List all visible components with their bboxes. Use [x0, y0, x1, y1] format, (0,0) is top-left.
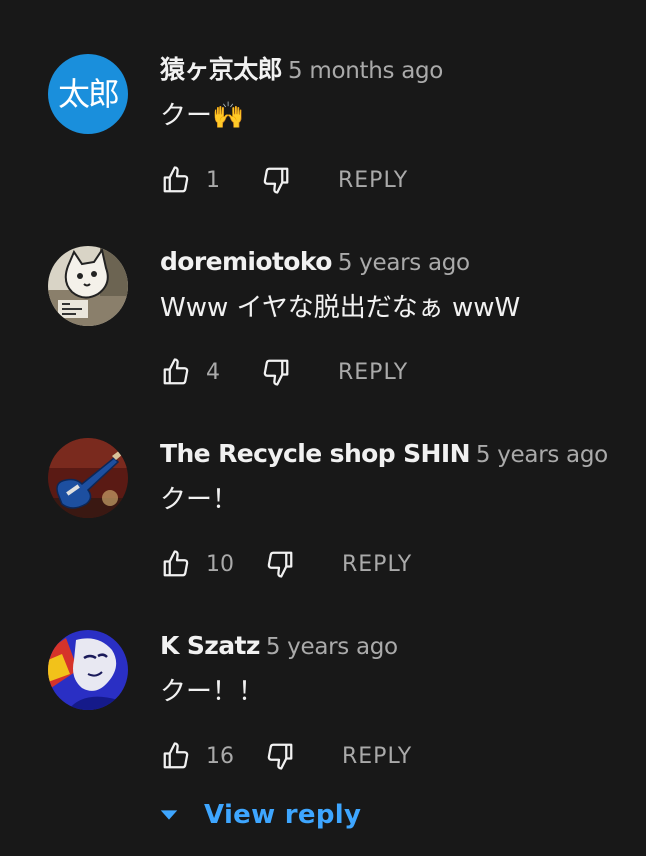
thumb-down-icon — [263, 167, 289, 194]
dislike-button[interactable] — [264, 740, 296, 772]
comment-text: クー！！ — [160, 677, 265, 707]
like-count: 10 — [206, 551, 234, 577]
comment-header: doremiotoko 5 years ago — [160, 244, 470, 280]
comment-item: The Recycle shop SHIN 5 years ago クー！ 10 … — [0, 384, 646, 578]
avatar[interactable] — [48, 438, 128, 518]
comment-item: K Szatz 5 years ago クー！！ 16 REPLY — [0, 576, 646, 770]
caret-down-icon — [160, 810, 178, 820]
view-reply-button[interactable]: View reply — [158, 794, 361, 836]
avatar-initials: 太郎 — [57, 75, 120, 113]
cat-avatar-image — [48, 246, 128, 326]
like-count: 1 — [206, 167, 220, 193]
comment-header: K Szatz 5 years ago — [160, 628, 398, 664]
reply-button[interactable]: REPLY — [342, 744, 412, 769]
comment-time[interactable]: 5 months ago — [288, 58, 443, 84]
comment-time[interactable]: 5 years ago — [266, 634, 398, 660]
comment-actions: 16 REPLY — [160, 738, 412, 774]
like-button[interactable] — [160, 740, 192, 772]
thumb-up-icon — [163, 358, 189, 385]
portrait-avatar-image — [48, 630, 128, 710]
comment-item: doremiotoko 5 years ago Www イヤな脱出だなぁ wwW … — [0, 192, 646, 386]
reply-button[interactable]: REPLY — [342, 552, 412, 577]
comment-time[interactable]: 5 years ago — [476, 442, 608, 468]
thumb-down-icon — [267, 551, 293, 578]
avatar[interactable]: 太郎 — [48, 54, 128, 134]
comment-text: クー🙌 — [160, 101, 245, 131]
comment-text: クー！ — [160, 485, 239, 515]
comment-text: Www イヤな脱出だなぁ wwW — [160, 293, 521, 323]
thumb-up-icon — [163, 550, 189, 577]
comment-time[interactable]: 5 years ago — [338, 250, 470, 276]
thumb-up-icon — [163, 742, 189, 769]
comments-section: 太郎 猿ヶ京太郎 5 months ago クー🙌 1 REPLY doremi… — [0, 0, 646, 856]
comment-header: The Recycle shop SHIN 5 years ago — [160, 436, 608, 472]
thumb-up-icon — [163, 166, 189, 193]
author-name[interactable]: 猿ヶ京太郎 — [160, 55, 283, 84]
comment-item: 太郎 猿ヶ京太郎 5 months ago クー🙌 1 REPLY — [0, 0, 646, 194]
author-name[interactable]: K Szatz — [160, 631, 260, 660]
author-name[interactable]: doremiotoko — [160, 247, 332, 276]
reply-button[interactable]: REPLY — [338, 360, 408, 385]
comment-header: 猿ヶ京太郎 5 months ago — [160, 52, 443, 88]
view-reply-label: View reply — [204, 800, 362, 830]
like-count: 16 — [206, 743, 234, 769]
avatar[interactable] — [48, 630, 128, 710]
like-count: 4 — [206, 359, 220, 385]
thumb-down-icon — [267, 743, 293, 770]
avatar[interactable] — [48, 246, 128, 326]
guitar-avatar-image — [48, 438, 128, 518]
author-name[interactable]: The Recycle shop SHIN — [160, 439, 470, 468]
thumb-down-icon — [263, 359, 289, 386]
reply-button[interactable]: REPLY — [338, 168, 408, 193]
